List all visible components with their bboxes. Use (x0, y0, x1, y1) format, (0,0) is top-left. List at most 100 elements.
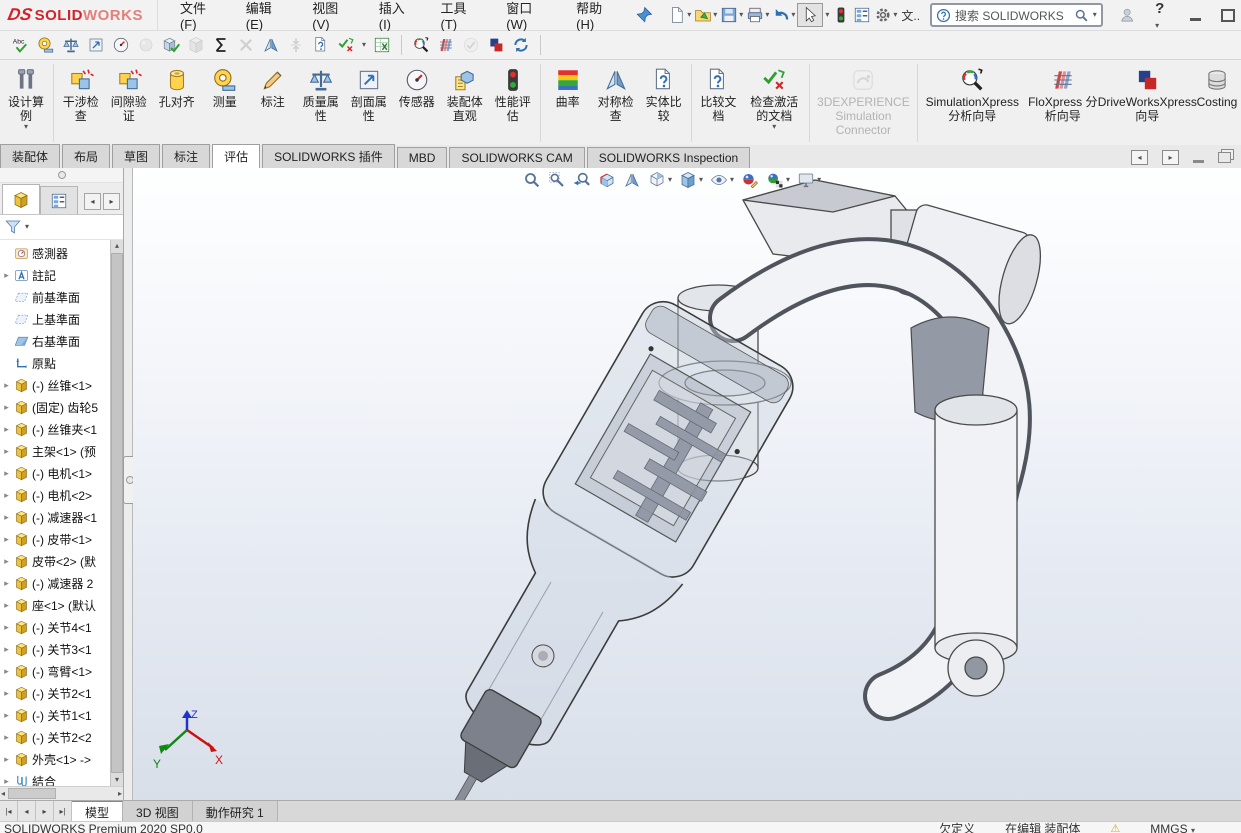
ribbon-button-assembly-visualization[interactable]: 装配体直观 (441, 61, 489, 124)
expand-icon[interactable]: ▸ (2, 424, 11, 435)
ribbon-button-floxpress[interactable]: FloXpress 分析向导 (1024, 61, 1102, 124)
performance-evaluation-icon[interactable] (112, 36, 130, 54)
excel-bom-icon[interactable] (373, 36, 391, 54)
expand-icon[interactable]: ▸ (2, 666, 11, 677)
view-settings-icon[interactable]: ▾ (797, 171, 821, 189)
expand-icon[interactable]: ▸ (2, 512, 11, 523)
tree-item-sensors[interactable]: 感測器 (0, 242, 110, 264)
tree-item-component[interactable]: ▸ 主架<1> (预 (0, 440, 110, 462)
tree-item-component[interactable]: ▸ (-) 丝锥夹<1 (0, 418, 110, 440)
ribbon-button-section-properties[interactable]: 剖面属性 (345, 61, 393, 124)
panel-tab-scroll-left-icon[interactable]: ◂ (84, 193, 101, 210)
edit-appearance-icon[interactable] (741, 171, 759, 189)
ribbon-button-check-active-document[interactable]: 检查激活的文档 ▾ (742, 61, 806, 132)
zoom-to-fit-icon[interactable] (523, 171, 541, 189)
scrollbar-thumb[interactable] (8, 788, 57, 799)
undo-button[interactable]: ▾ (771, 4, 796, 26)
expand-icon[interactable]: ▸ (2, 490, 11, 501)
tree-item-right-plane[interactable]: 右基準面 (0, 330, 110, 352)
expand-icon[interactable]: ▸ (2, 732, 11, 743)
minimize-document-icon[interactable] (1193, 159, 1204, 163)
menu-help[interactable]: 帮助(H) (576, 0, 617, 32)
minimize-button[interactable] (1190, 17, 1201, 21)
tab-motion-study[interactable]: 動作研究 1 (192, 801, 278, 821)
expand-icon[interactable]: ▸ (2, 600, 11, 611)
menu-view[interactable]: 视图(V) (312, 0, 352, 32)
tab-solidworks-addins[interactable]: SOLIDWORKS 插件 (262, 144, 395, 168)
ribbon-button-compare-documents[interactable]: 比较文档 (694, 61, 742, 124)
ribbon-button-hole-alignment[interactable]: 孔对齐 (153, 61, 201, 110)
draft-analysis-icon[interactable] (262, 36, 280, 54)
tree-item-component[interactable]: ▸ (-) 关节1<1 (0, 704, 110, 726)
ribbon-button-clearance-verification[interactable]: 间隙验证 (105, 61, 153, 124)
print-button[interactable]: ▾ (745, 4, 770, 26)
display-style-icon[interactable]: ▾ (679, 171, 703, 189)
save-button[interactable]: ▾ (719, 4, 744, 26)
ribbon-button-costing[interactable]: Costing (1193, 61, 1241, 110)
mass-properties-icon[interactable] (62, 36, 80, 54)
tab-3d-views[interactable]: 3D 视图 (123, 801, 193, 821)
menu-insert[interactable]: 插入(I) (379, 0, 415, 32)
expand-icon[interactable]: ▸ (2, 556, 11, 567)
zoom-to-area-icon[interactable] (548, 171, 566, 189)
tree-horizontal-scrollbar[interactable]: ◂ ▸ (0, 786, 123, 800)
scrollbar-thumb[interactable] (111, 253, 123, 773)
tab-assembly[interactable]: 装配体 (0, 144, 61, 168)
expand-icon[interactable]: ▸ (2, 534, 11, 545)
expand-icon[interactable]: ▸ (2, 622, 11, 633)
search-box[interactable]: 搜索 SOLIDWORKS ▾ (930, 3, 1103, 27)
expand-icon[interactable]: ▸ (2, 688, 11, 699)
scroll-down-icon[interactable]: ▾ (115, 774, 119, 786)
restore-document-icon[interactable] (1218, 152, 1231, 163)
expand-right-pane-icon[interactable]: ▸ (1162, 150, 1179, 165)
new-document-button[interactable]: ▾ (667, 4, 692, 26)
tab-solidworks-cam[interactable]: SOLIDWORKS CAM (449, 147, 585, 168)
ribbon-button-performance-evaluation[interactable]: 性能评估 (489, 61, 537, 124)
maximize-button[interactable] (1221, 8, 1235, 22)
tree-item-top-plane[interactable]: 上基準面 (0, 308, 110, 330)
ribbon-button-compare-bodies[interactable]: 实体比较 (640, 61, 688, 124)
scroll-up-icon[interactable]: ▴ (115, 240, 119, 252)
ribbon-button-symmetry-check[interactable]: 对称检查 (592, 61, 640, 124)
panel-grip[interactable] (0, 168, 123, 183)
display-pane-button[interactable] (852, 4, 872, 26)
tree-item-origin[interactable]: 原點 (0, 352, 110, 374)
menu-edit[interactable]: 编辑(E) (246, 0, 286, 32)
ribbon-button-measure[interactable]: 测量 (201, 61, 249, 110)
panel-splitter[interactable] (123, 168, 137, 800)
first-view-icon[interactable]: |◂ (0, 801, 18, 821)
ribbon-button-driveworksxpress[interactable]: DriveWorksXpress 向导 (1098, 61, 1197, 124)
circular-reference-icon[interactable] (512, 36, 530, 54)
open-button[interactable]: ▾ (693, 4, 718, 26)
tree-item-component[interactable]: ▸ (-) 关节3<1 (0, 638, 110, 660)
expand-icon[interactable]: ▸ (2, 446, 11, 457)
search-dropdown-icon[interactable]: ▾ (1093, 11, 1097, 19)
tree-vertical-scrollbar[interactable]: ▴ ▾ (110, 240, 123, 786)
tab-mbd[interactable]: MBD (396, 147, 448, 168)
tree-item-mates[interactable]: ▸ 結合 (0, 770, 110, 786)
model-tapping-machine-assembly[interactable] (133, 168, 1241, 800)
tree-item-component[interactable]: ▸ 皮带<2> (默 (0, 550, 110, 572)
search-icon[interactable] (1074, 8, 1089, 23)
ribbon-button-design-study[interactable]: 设计算例 ▾ (2, 61, 50, 132)
user-account-icon[interactable] (1119, 6, 1135, 24)
tree-item-component[interactable]: ▸ (-) 皮带<1> (0, 528, 110, 550)
scroll-right-icon[interactable]: ▸ (118, 789, 122, 798)
tree-item-component[interactable]: ▸ (-) 减速器 2 (0, 572, 110, 594)
check-entity-icon[interactable] (162, 36, 180, 54)
collapse-left-pane-icon[interactable]: ◂ (1131, 150, 1148, 165)
file-properties-button[interactable]: 文.. (901, 7, 920, 24)
tab-sketch[interactable]: 草图 (112, 144, 161, 168)
warning-icon[interactable]: ⚠ (1110, 822, 1120, 833)
tab-propertymanager[interactable] (40, 186, 78, 214)
tree-item-component[interactable]: ▸ (-) 关节2<1 (0, 682, 110, 704)
ribbon-button-interference-check[interactable]: 干涉检查 (57, 61, 105, 124)
graphics-area[interactable]: ▾ ▾ ▾ ▾ ▾ X Y Z (133, 168, 1241, 800)
equations-icon[interactable] (212, 36, 230, 54)
ribbon-button-simulationxpress[interactable]: SimulationXpress 分析向导 (921, 61, 1024, 124)
tree-item-component[interactable]: ▸ 座<1> (默认 (0, 594, 110, 616)
tab-featuremanager[interactable] (2, 184, 40, 214)
panel-tab-scroll-right-icon[interactable]: ▸ (103, 193, 120, 210)
hide-show-items-icon[interactable]: ▾ (710, 171, 734, 189)
tab-layout[interactable]: 布局 (62, 144, 111, 168)
